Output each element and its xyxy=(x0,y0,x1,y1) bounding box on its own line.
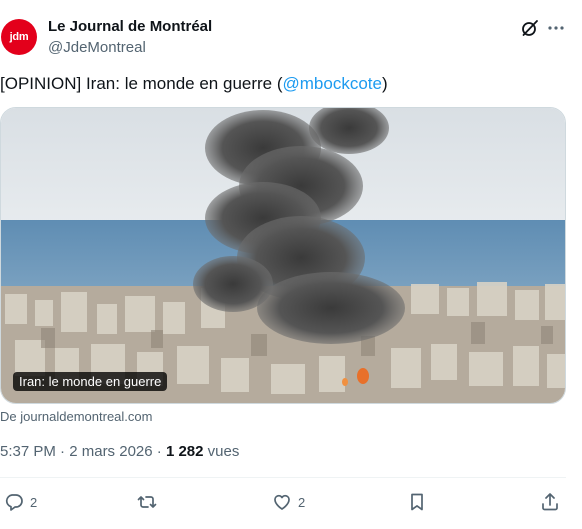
avatar[interactable]: jdm xyxy=(1,19,37,55)
heart-icon xyxy=(274,494,290,510)
bookmark-icon xyxy=(411,493,423,511)
user-handle[interactable]: @JdeMontreal xyxy=(48,39,146,56)
reply-count: 2 xyxy=(30,494,38,510)
link-card[interactable]: Iran: le monde en guerre xyxy=(0,107,566,404)
mention-link[interactable]: @mbockcote xyxy=(283,74,382,93)
share-icon xyxy=(542,493,558,511)
meta-separator: · xyxy=(152,443,166,460)
tweet[interactable]: jdm Le Journal de Montréal @JdeMontreal … xyxy=(0,0,582,529)
bookmark-button[interactable] xyxy=(407,490,427,514)
share-button[interactable] xyxy=(540,490,560,514)
avatar-logo-text: jdm xyxy=(9,31,29,43)
grok-icon[interactable] xyxy=(520,18,540,38)
tweet-date[interactable]: 2 mars 2026 xyxy=(69,443,152,460)
divider xyxy=(0,477,566,478)
meta-separator: · xyxy=(55,443,70,460)
retweet-icon xyxy=(137,496,157,508)
tweet-text: [OPINION] Iran: le monde en guerre (@mbo… xyxy=(0,73,388,95)
reply-button[interactable]: 2 xyxy=(4,490,37,514)
tweet-text-prefix: [OPINION] Iran: le monde en guerre ( xyxy=(0,74,283,93)
tweet-meta: 5:37 PM · 2 mars 2026 · 1 282 vues xyxy=(0,443,239,460)
reply-icon xyxy=(5,494,23,511)
display-name[interactable]: Le Journal de Montréal xyxy=(48,18,212,35)
like-button[interactable]: 2 xyxy=(272,490,305,514)
more-icon[interactable] xyxy=(546,18,566,38)
views-count: 1 282 xyxy=(165,443,204,460)
views-label: vues xyxy=(203,443,240,460)
card-caption: Iran: le monde en guerre xyxy=(13,372,168,391)
card-image xyxy=(1,108,565,403)
card-source[interactable]: De journaldemontreal.com xyxy=(0,409,152,424)
tweet-time[interactable]: 5:37 PM xyxy=(0,443,56,460)
tweet-text-suffix: ) xyxy=(381,74,388,93)
like-count: 2 xyxy=(298,494,306,510)
retweet-button[interactable] xyxy=(137,490,157,514)
